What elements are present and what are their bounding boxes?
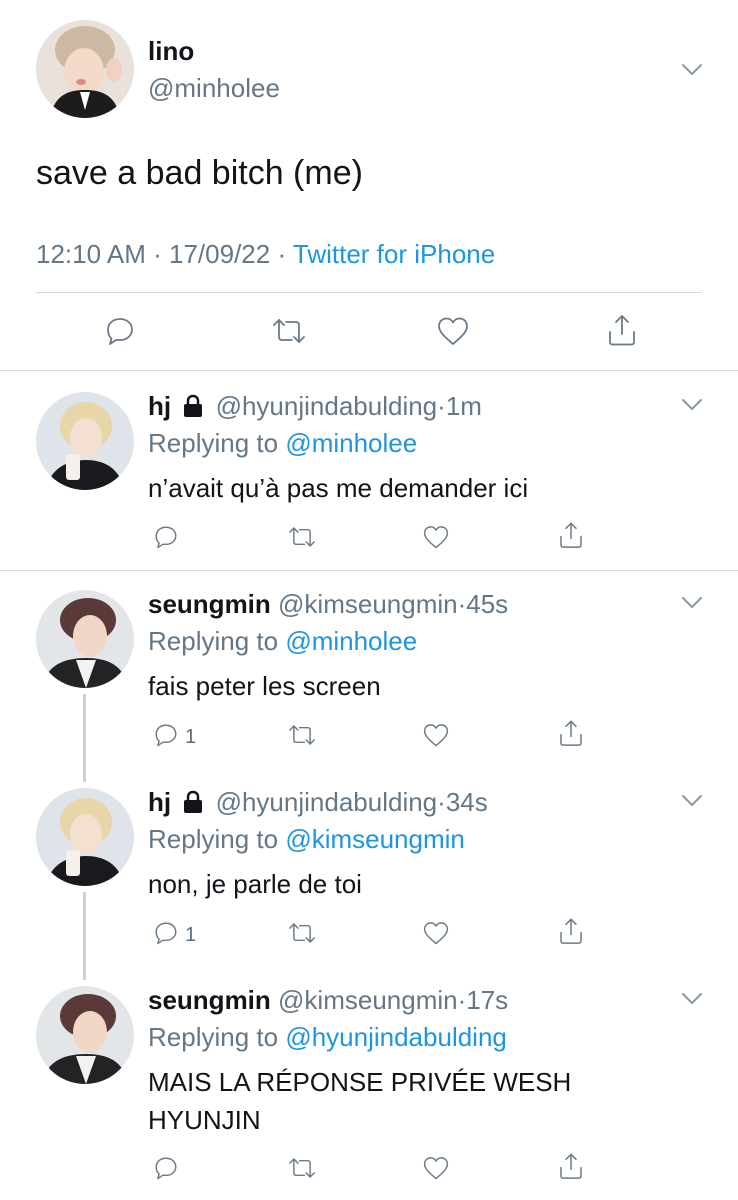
- divider: [0, 570, 738, 571]
- avatar[interactable]: [36, 788, 134, 886]
- share-icon[interactable]: [606, 312, 638, 348]
- tweet-meta: 12:10 AM · 17/09/22 · Twitter for iPhone: [36, 239, 495, 270]
- tweet-source-link[interactable]: Twitter for iPhone: [293, 239, 495, 269]
- replying-to: Replying to @hyunjindabulding: [148, 1022, 507, 1053]
- reply-time: 45s: [466, 589, 509, 619]
- reply-count: 1: [185, 726, 197, 748]
- reply-author-handle[interactable]: @kimseungmin: [278, 985, 458, 1015]
- reply-author-name[interactable]: hj: [148, 787, 171, 817]
- avatar[interactable]: [36, 986, 134, 1084]
- replying-prefix: Replying to: [148, 626, 279, 656]
- lock-icon: [184, 394, 203, 417]
- reply-text: fais peter les screen: [148, 671, 381, 701]
- chevron-down-icon[interactable]: [681, 63, 703, 77]
- reply-icon[interactable]: [153, 920, 179, 946]
- reply-author-handle[interactable]: @hyunjindabulding: [216, 787, 438, 817]
- reply-time: 34s: [445, 787, 488, 817]
- avatar[interactable]: [36, 590, 134, 688]
- reply-icon[interactable]: [153, 524, 179, 550]
- divider: [0, 370, 738, 371]
- chevron-down-icon[interactable]: [681, 398, 703, 412]
- reply-author-handle[interactable]: @kimseungmin: [278, 589, 458, 619]
- reply-icon[interactable]: [153, 722, 179, 748]
- retweet-icon[interactable]: [271, 315, 307, 347]
- reply-count: 1: [185, 924, 197, 946]
- reply-text: n’avait qu’à pas me demander ici: [148, 473, 529, 503]
- share-icon[interactable]: [557, 520, 585, 550]
- retweet-icon[interactable]: [287, 524, 317, 550]
- replying-prefix: Replying to: [148, 824, 279, 854]
- like-icon[interactable]: [422, 722, 450, 748]
- avatar[interactable]: [36, 20, 134, 118]
- chevron-down-icon[interactable]: [681, 794, 703, 808]
- share-icon[interactable]: [557, 916, 585, 946]
- mention-link[interactable]: @minholee: [285, 428, 417, 458]
- avatar-photo: [36, 20, 134, 118]
- reply-time: 17s: [466, 985, 509, 1015]
- reply-author-name[interactable]: seungmin: [148, 985, 271, 1015]
- mention-link[interactable]: @minholee: [285, 626, 417, 656]
- like-icon[interactable]: [422, 1155, 450, 1181]
- replying-to: Replying to @kimseungmin: [148, 824, 465, 855]
- reply-text: non, je parle de toi: [148, 869, 362, 899]
- retweet-icon[interactable]: [287, 920, 317, 946]
- replying-prefix: Replying to: [148, 1022, 279, 1052]
- divider: [36, 292, 702, 293]
- chevron-down-icon[interactable]: [681, 992, 703, 1006]
- meta-separator: ·: [277, 239, 287, 269]
- share-icon[interactable]: [557, 1151, 585, 1181]
- mention-link[interactable]: @hyunjindabulding: [285, 1022, 507, 1052]
- tweet-text: save a bad bitch (me): [36, 154, 363, 192]
- chevron-down-icon[interactable]: [681, 596, 703, 610]
- reply-header: hj @hyunjindabulding·34s: [148, 787, 488, 817]
- reply-header: seungmin @kimseungmin·17s: [148, 985, 509, 1015]
- reply-time: 1m: [445, 391, 482, 421]
- avatar-photo: [36, 788, 134, 886]
- avatar-photo: [36, 590, 134, 688]
- replying-to: Replying to @minholee: [148, 428, 417, 459]
- like-icon[interactable]: [436, 315, 470, 347]
- reply-author-name[interactable]: seungmin: [148, 589, 271, 619]
- mention-link[interactable]: @kimseungmin: [285, 824, 465, 854]
- reply-author-handle[interactable]: @hyunjindabulding: [216, 391, 438, 421]
- author-handle[interactable]: @minholee: [148, 73, 280, 104]
- retweet-icon[interactable]: [287, 1155, 317, 1181]
- meta-separator: ·: [153, 239, 162, 269]
- thread-line: [83, 694, 86, 782]
- reply-header: seungmin @kimseungmin·45s: [148, 589, 509, 619]
- reply-author-name[interactable]: hj: [148, 391, 171, 421]
- tweet-time: 12:10 AM: [36, 239, 146, 269]
- author-name[interactable]: lino: [148, 36, 194, 67]
- reply-text: MAIS LA RÉPONSE PRIVÉE WESH HYUNJIN: [148, 1067, 572, 1135]
- lock-icon: [184, 790, 203, 813]
- reply-icon[interactable]: [104, 315, 136, 347]
- avatar-photo: [36, 392, 134, 490]
- reply-header: hj @hyunjindabulding·1m: [148, 391, 482, 421]
- like-icon[interactable]: [422, 524, 450, 550]
- share-icon[interactable]: [557, 718, 585, 748]
- avatar[interactable]: [36, 392, 134, 490]
- tweet-date: 17/09/22: [169, 239, 271, 269]
- retweet-icon[interactable]: [287, 722, 317, 748]
- like-icon[interactable]: [422, 920, 450, 946]
- reply-icon[interactable]: [153, 1155, 179, 1181]
- replying-prefix: Replying to: [148, 428, 279, 458]
- replying-to: Replying to @minholee: [148, 626, 417, 657]
- thread-line: [83, 892, 86, 980]
- avatar-photo: [36, 986, 134, 1084]
